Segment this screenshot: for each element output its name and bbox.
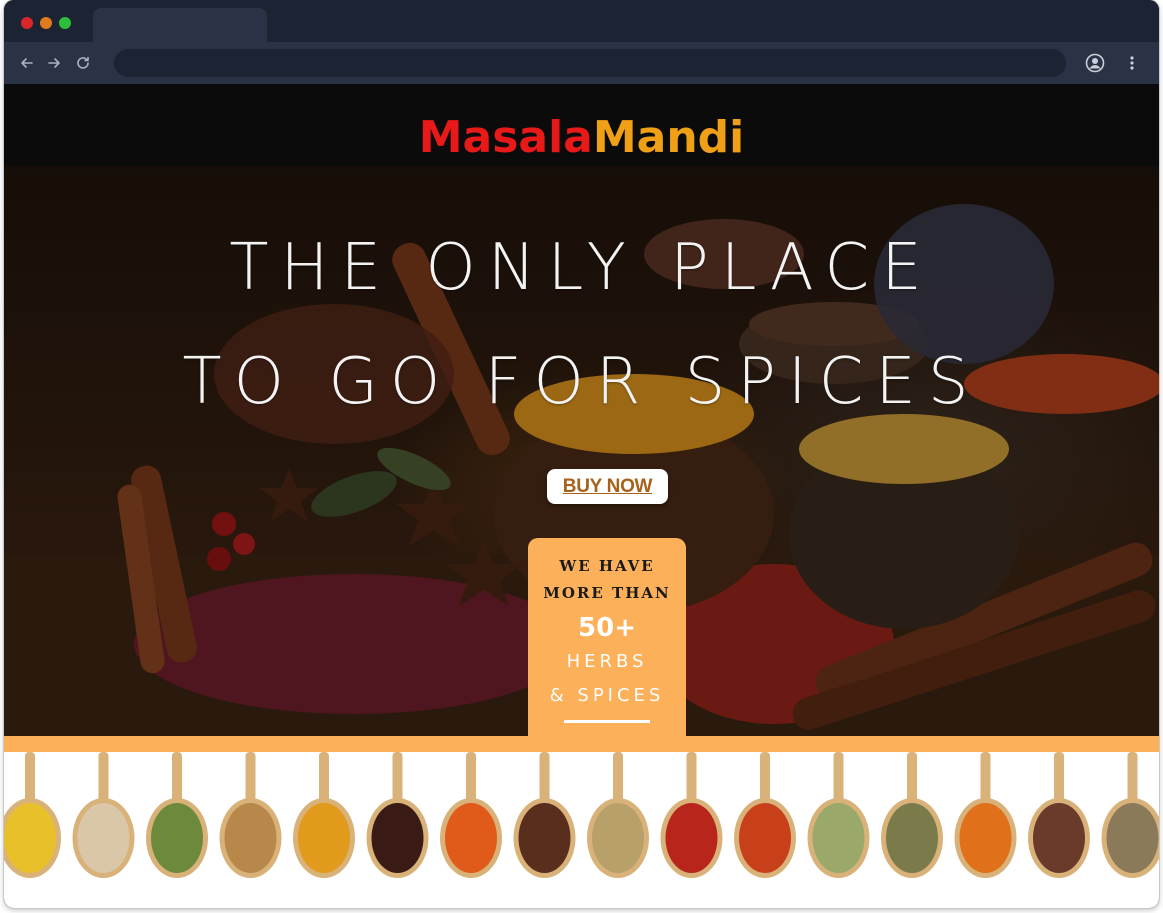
stats-line-4: & SPICES	[549, 685, 665, 706]
reload-icon[interactable]	[73, 53, 93, 73]
spice-spoon-cumin-powder	[587, 752, 649, 878]
logo-word-masala: Masala	[418, 112, 593, 163]
spice-spoon-turmeric	[4, 752, 61, 878]
account-circle-icon[interactable]	[1085, 53, 1105, 73]
stats-line-2: MORE THAN	[543, 584, 671, 602]
site-logo[interactable]: MasalaMandi	[4, 116, 1159, 160]
arrow-right-icon[interactable]	[44, 53, 64, 73]
hero-headline-line-1: THE ONLY PLACE	[229, 231, 934, 305]
spice-spoon-cumin-seeds	[1101, 752, 1159, 878]
maximize-window-button[interactable]	[59, 17, 71, 29]
spice-spoon-oregano	[881, 752, 943, 878]
web-page: MasalaMandi THE ONLY PLACE TO GO FOR SPI…	[4, 84, 1159, 908]
browser-toolbar	[4, 42, 1159, 84]
spice-spoons-banner	[4, 752, 1159, 908]
close-window-button[interactable]	[21, 17, 33, 29]
spice-spoon-coriander-seeds	[219, 752, 282, 878]
spice-spoon-peppercorn-mix	[1028, 752, 1090, 878]
browser-titlebar	[4, 0, 1159, 42]
spice-spoon-saffron	[734, 752, 796, 878]
arrow-left-icon[interactable]	[17, 53, 37, 73]
hero-headline-line-2: TO GO FOR SPICES	[182, 345, 981, 419]
stats-count: 50+	[578, 613, 636, 643]
minimize-window-button[interactable]	[40, 17, 52, 29]
kebab-menu-icon[interactable]	[1124, 53, 1140, 73]
spice-spoon-cardamom	[807, 752, 870, 878]
spice-spoons-image	[4, 752, 1159, 878]
address-bar[interactable]	[114, 49, 1066, 77]
browser-window: MasalaMandi THE ONLY PLACE TO GO FOR SPI…	[4, 0, 1159, 908]
stats-card: WE HAVE MORE THAN 50+ HERBS & SPICES	[528, 538, 686, 752]
spice-spoon-ginger-powder	[72, 752, 135, 878]
stats-underline	[564, 720, 650, 723]
spice-spoon-paprika	[440, 752, 502, 878]
logo-word-mandi: Mandi	[592, 112, 745, 163]
spice-spoon-chili-powder	[954, 752, 1017, 878]
stats-line-3: HERBS	[566, 651, 648, 672]
spice-spoon-curry-powder	[293, 752, 355, 878]
spice-spoon-black-pepper	[366, 752, 429, 878]
spice-spoon-dried-herbs	[146, 752, 208, 878]
stats-line-1: WE HAVE	[559, 557, 655, 575]
browser-tab[interactable]	[93, 8, 267, 42]
spice-spoon-star-anise	[513, 752, 576, 878]
spice-spoon-red-chili	[660, 752, 723, 878]
buy-now-button[interactable]: BUY NOW	[547, 469, 668, 504]
